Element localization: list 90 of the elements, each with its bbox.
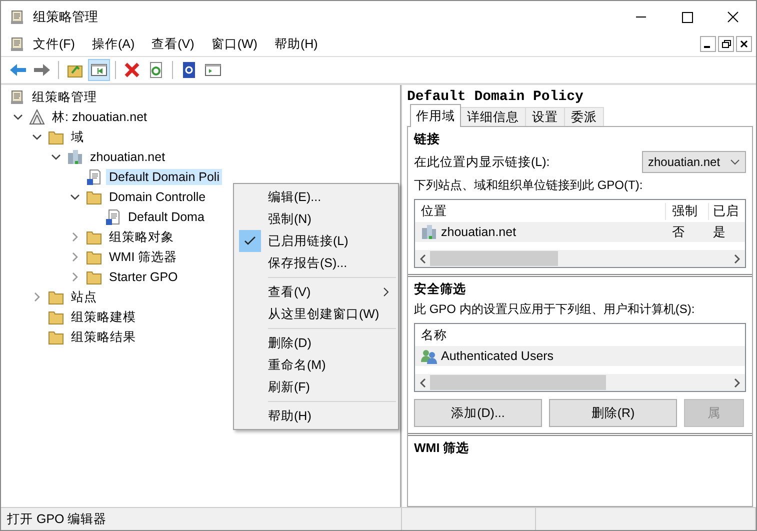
tree-item[interactable]: zhouatian.net: [87, 149, 168, 165]
list-label: 下列站点、域和组织单位链接到此 GPO(T):: [414, 177, 644, 194]
list-row[interactable]: zhouatian.net 否 是: [415, 222, 745, 242]
menu-item[interactable]: 从这里创建窗口(W): [234, 303, 398, 325]
menu-item[interactable]: 帮助(H): [234, 405, 398, 427]
tree-item[interactable]: Default Domain Poli: [106, 169, 222, 185]
console-tree-icon[interactable]: [88, 59, 110, 81]
folder-icon: [48, 329, 64, 345]
users-icon: [421, 348, 437, 364]
list-label: 此 GPO 内的设置只应用于下列组、用户和计算机(S):: [414, 301, 696, 318]
tree-item[interactable]: WMI 筛选器: [106, 248, 180, 266]
document-shortcut-icon: [86, 169, 102, 185]
collapse-chevron-icon[interactable]: [51, 152, 61, 162]
column-header[interactable]: 名称: [415, 326, 745, 344]
expand-chevron-icon[interactable]: [32, 292, 42, 302]
menu-item[interactable]: 已启用链接(L): [234, 230, 398, 252]
tree-item[interactable]: Starter GPO: [106, 269, 181, 285]
tree-item[interactable]: Default Doma: [125, 209, 208, 225]
document-shortcut-icon: [105, 209, 121, 225]
horizontal-scrollbar[interactable]: [415, 250, 745, 267]
menu-item[interactable]: 刷新(F): [234, 376, 398, 398]
location-dropdown[interactable]: zhouatian.net: [642, 151, 746, 173]
table-cell: Authenticated Users: [441, 349, 554, 363]
field-label: 在此位置内显示链接(L):: [414, 154, 550, 170]
tree-item[interactable]: 组策略建模: [68, 308, 139, 326]
section-heading: 链接: [414, 131, 441, 148]
tab[interactable]: 作用域: [410, 104, 461, 127]
menu-item[interactable]: 查看(V): [234, 281, 398, 303]
column-header[interactable]: 强制: [665, 202, 708, 220]
column-header[interactable]: 已启: [708, 202, 745, 220]
column-header[interactable]: 位置: [415, 202, 665, 220]
collapse-chevron-icon[interactable]: [13, 112, 23, 122]
tree-item[interactable]: 组策略对象: [106, 228, 177, 246]
status-text: 打开 GPO 编辑器: [1, 508, 402, 530]
horizontal-scrollbar[interactable]: [415, 374, 745, 391]
scroll-icon: [9, 8, 25, 24]
dropdown-chevron-icon: [730, 157, 740, 167]
folder-icon: [48, 289, 64, 305]
building-icon: [421, 224, 437, 240]
tree-item[interactable]: 林: zhouatian.net: [49, 108, 150, 126]
table-cell: 否: [672, 224, 685, 240]
close-icon[interactable]: [736, 36, 752, 52]
folder-icon: [86, 249, 102, 265]
folder-icon: [86, 229, 102, 245]
folder-icon: [48, 309, 64, 325]
minimize-icon[interactable]: [700, 36, 716, 52]
tab[interactable]: 设置: [525, 107, 565, 127]
menu-item[interactable]: 帮助(H): [274, 36, 318, 52]
expand-chevron-icon[interactable]: [70, 272, 80, 282]
menu-item[interactable]: 删除(D): [234, 332, 398, 354]
folder-icon: [86, 269, 102, 285]
collapse-chevron-icon[interactable]: [32, 132, 42, 142]
action-button[interactable]: 添加(D)...: [414, 399, 542, 427]
scroll-icon: [9, 89, 25, 105]
menu-item[interactable]: 查看(V): [152, 36, 194, 52]
menu-item[interactable]: 编辑(E)...: [234, 186, 398, 208]
list-row[interactable]: Authenticated Users: [415, 346, 745, 366]
window-title: 组策略管理: [33, 8, 98, 26]
menu-item[interactable]: 窗口(W): [211, 36, 258, 52]
tree-item[interactable]: 站点: [68, 288, 100, 306]
menu-item[interactable]: 保存报告(S)...: [234, 252, 398, 274]
tree-item[interactable]: Domain Controlle: [106, 189, 209, 205]
tree-item[interactable]: 域: [68, 128, 87, 146]
action-button[interactable]: 删除(R): [549, 399, 677, 427]
scroll-right-icon[interactable]: [734, 378, 740, 388]
building-icon: [67, 149, 83, 165]
expand-chevron-icon[interactable]: [70, 232, 80, 242]
tree-item[interactable]: 组策略管理: [29, 88, 100, 106]
table-cell: zhouatian.net: [441, 225, 516, 239]
triangle-icon: [29, 109, 45, 125]
menu-item[interactable]: 重命名(M): [234, 354, 398, 376]
scroll-right-icon[interactable]: [734, 254, 740, 264]
collapse-chevron-icon[interactable]: [70, 192, 80, 202]
folder-icon: [48, 129, 64, 145]
policy-title: Default Domain Policy: [407, 89, 584, 107]
menu-item[interactable]: 强制(N): [234, 208, 398, 230]
restore-icon[interactable]: [718, 36, 734, 52]
table-cell: 是: [713, 224, 726, 240]
menu-item[interactable]: 文件(F): [33, 36, 75, 52]
scroll-left-icon[interactable]: [420, 378, 426, 388]
scroll-icon: [9, 36, 25, 52]
tree-item[interactable]: 组策略结果: [68, 328, 139, 346]
section-heading: WMI 筛选: [414, 440, 470, 457]
folder-icon: [86, 189, 102, 205]
scroll-left-icon[interactable]: [420, 254, 426, 264]
menu-item[interactable]: 操作(A): [92, 36, 135, 52]
expand-chevron-icon[interactable]: [70, 252, 80, 262]
section-heading: 安全筛选: [414, 281, 467, 298]
tab[interactable]: 委派: [564, 107, 604, 127]
tab[interactable]: 详细信息: [460, 107, 526, 127]
